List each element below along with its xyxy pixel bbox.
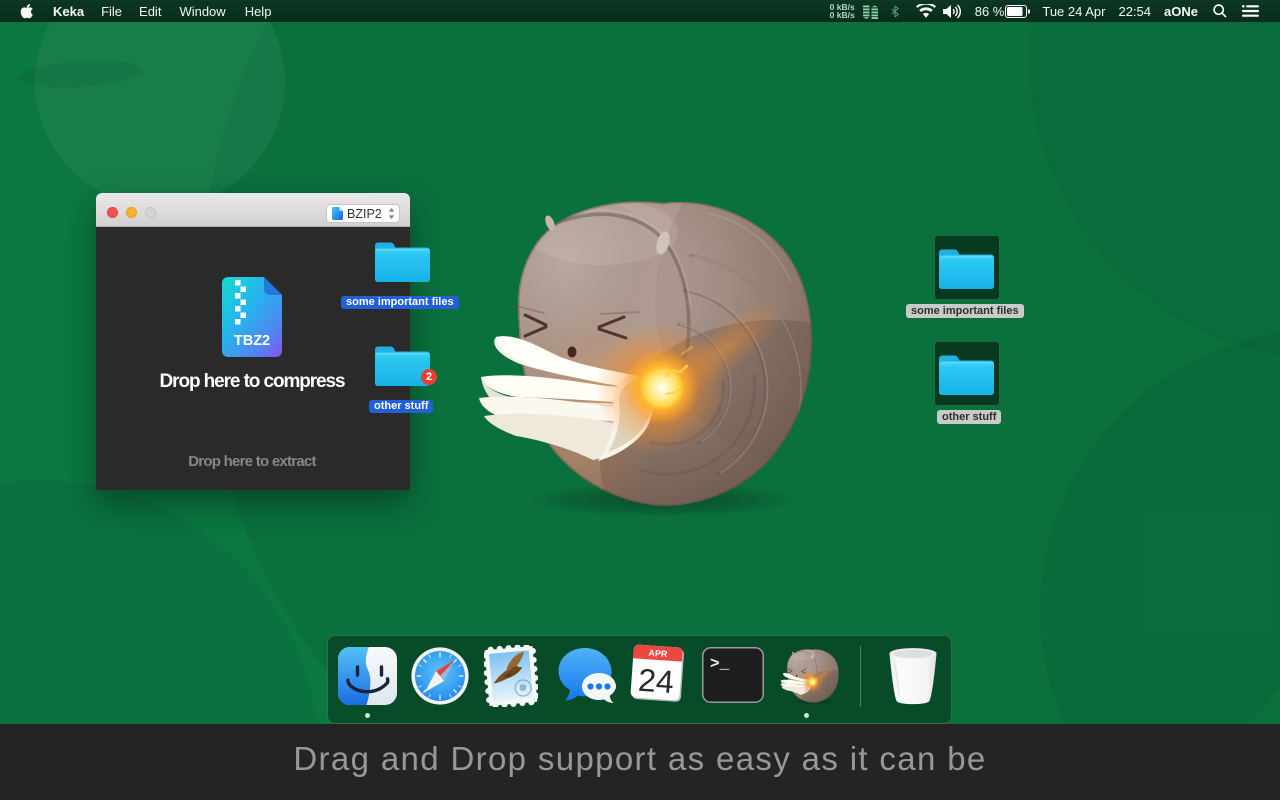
svg-text:TBZ2: TBZ2 [234, 333, 270, 349]
svg-text:>_: >_ [710, 655, 730, 673]
svg-text:24: 24 [637, 662, 675, 700]
svg-text:APR: APR [648, 648, 668, 659]
